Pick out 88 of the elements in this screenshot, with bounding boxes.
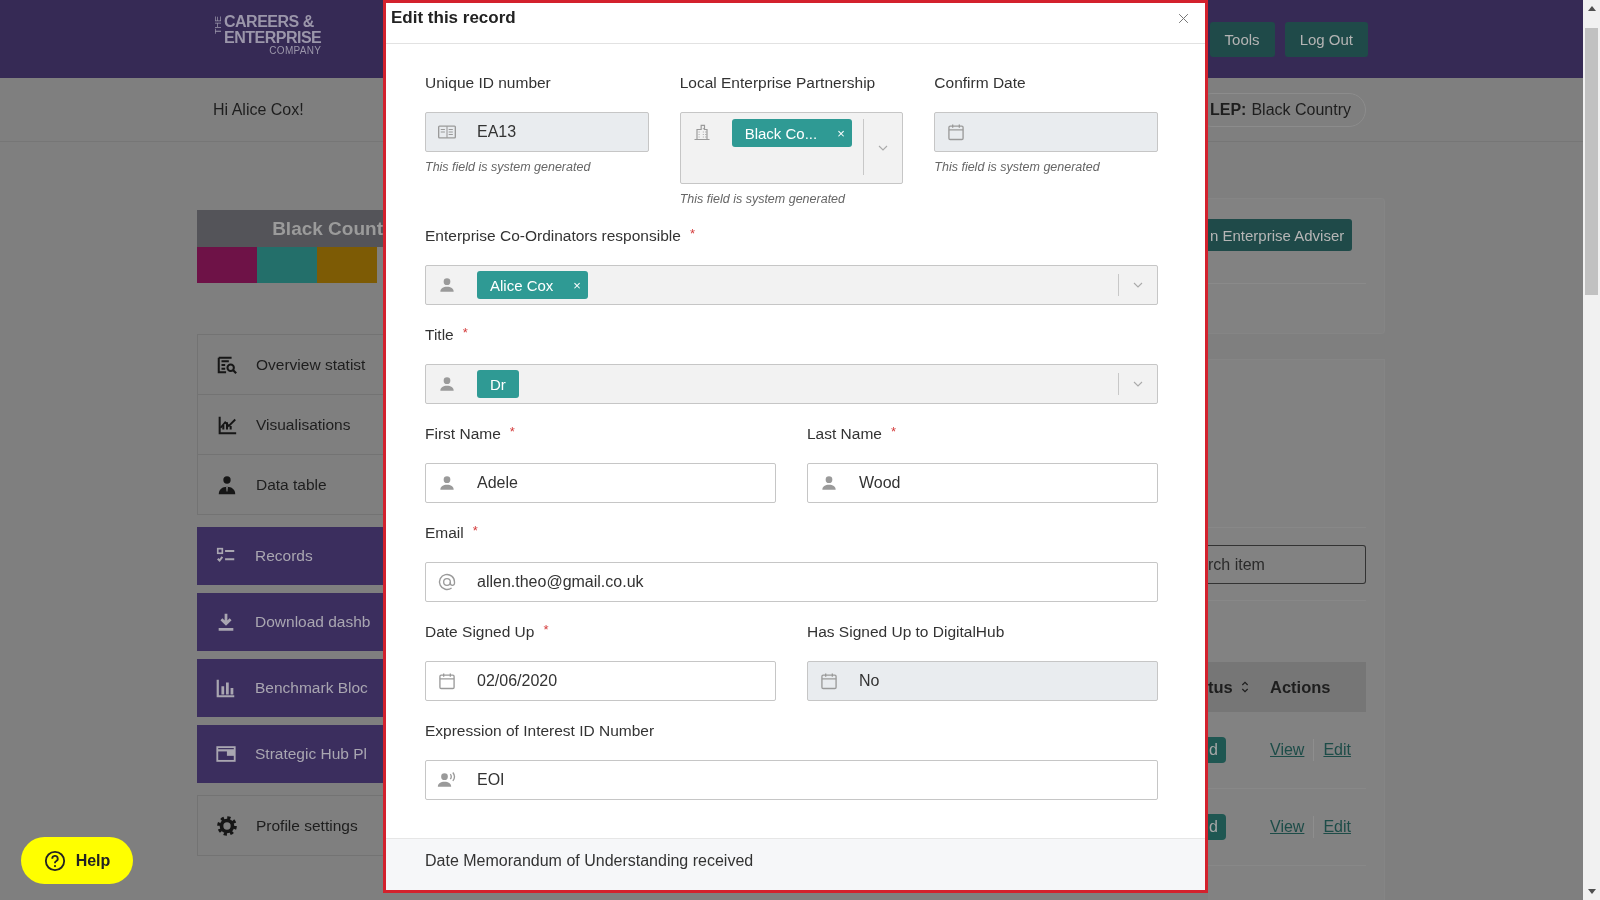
logo-text: CAREERS & (224, 14, 315, 30)
action-link[interactable]: View (1270, 818, 1305, 836)
status-badge: d (1208, 814, 1226, 840)
select-field[interactable]: Black Co... × (679, 112, 904, 184)
logo-text: THE (213, 16, 223, 34)
field-label: Date Signed Up (425, 623, 535, 641)
field-label: Date Memorandum of Understanding received (425, 852, 754, 869)
calendar-icon (819, 671, 839, 691)
help-icon (43, 849, 66, 872)
user-icon (437, 374, 457, 394)
text-field[interactable]: Adele (425, 463, 776, 503)
user-icon (437, 473, 457, 493)
required-mark: * (689, 226, 695, 241)
field-label: Confirm Date (934, 74, 1026, 92)
sidebar-item[interactable]: Benchmark Bloc (197, 659, 383, 717)
field-label: Has Signed Up to DigitalHub (807, 623, 1005, 641)
bar-chart-icon (215, 677, 237, 699)
action-link[interactable]: View (1270, 741, 1305, 759)
required-mark: * (462, 325, 468, 340)
help-button[interactable]: Help (21, 837, 133, 884)
sidebar-label: Records (255, 547, 313, 565)
remove-tag-button[interactable]: × (573, 277, 581, 293)
sidebar-item[interactable]: Strategic Hub Pl (197, 725, 383, 783)
required-mark: * (472, 523, 478, 538)
pill-label: LEP: (1209, 100, 1247, 119)
helper-text: This field is system generated (425, 160, 592, 174)
sidebar-label: Visualisations (256, 415, 351, 434)
column-header: Actions (1270, 677, 1331, 697)
region-title: Black Count (197, 210, 383, 247)
required-mark: * (509, 424, 515, 439)
field-label: First Name (425, 425, 501, 443)
settings-icon (216, 814, 238, 837)
scroll-up-icon[interactable] (1587, 6, 1596, 11)
required-mark: * (543, 622, 549, 637)
field-label: Email (425, 524, 464, 542)
remove-tag-button[interactable]: × (837, 125, 845, 141)
helper-text: This field is system generated (679, 192, 847, 206)
text-field[interactable]: 02/06/2020 (425, 661, 776, 701)
text-field[interactable]: allen.theo@gmail.co.uk (425, 562, 1158, 602)
select-field[interactable]: Dr (425, 364, 1158, 404)
window-icon (215, 743, 237, 765)
helper-text: This field is system generated (934, 160, 1101, 174)
sidebar-label: Data table (256, 475, 327, 494)
select-field[interactable]: Alice Cox × (425, 265, 1158, 305)
person-icon (216, 473, 238, 496)
user-icon (819, 473, 839, 493)
sidebar-item[interactable]: Profile settings (198, 796, 383, 855)
field-label: Unique ID number (425, 74, 551, 92)
at-sign-icon (437, 572, 457, 592)
sidebar-item[interactable]: Download dashb (197, 593, 383, 651)
selected-tag: Dr (477, 370, 519, 398)
column-header[interactable]: tus (1208, 677, 1233, 697)
logo-text: COMPANY (269, 46, 322, 56)
field-label: Local Enterprise Partnership (679, 74, 876, 92)
action-link[interactable]: Edit (1323, 741, 1351, 759)
text-field[interactable]: EOI (425, 760, 1158, 800)
sidebar-label: Benchmark Bloc (255, 679, 368, 697)
field-label: Expression of Interest ID Number (425, 722, 655, 740)
calendar-icon (946, 122, 967, 142)
field-label: Last Name (807, 425, 882, 443)
field-label: Title (425, 326, 454, 344)
tag-label: Alice Cox (490, 276, 554, 294)
sidebar-label: Profile settings (256, 816, 358, 835)
sidebar-item[interactable]: Records (197, 527, 383, 585)
required-mark: * (890, 424, 896, 439)
pill-value: Black Country (1251, 100, 1351, 119)
close-icon (1176, 11, 1191, 26)
nav-button[interactable]: Log Out (1284, 21, 1368, 57)
user-icon (437, 275, 457, 295)
sidebar-label: Download dashb (255, 613, 371, 631)
scrollbar-thumb[interactable] (1585, 28, 1598, 295)
scroll-down-icon[interactable] (1587, 889, 1596, 894)
tag-label: Black Co... (744, 124, 818, 142)
close-button[interactable] (1176, 11, 1191, 26)
nav-button[interactable]: Tools (1209, 21, 1275, 57)
status-badge: d (1208, 737, 1226, 763)
text-field[interactable]: Wood (807, 463, 1158, 503)
sidebar-label: Overview statist (256, 355, 366, 374)
logo-text: ENTERPRISE (224, 30, 322, 46)
action-link[interactable]: Edit (1323, 818, 1351, 836)
sidebar-label: Strategic Hub Pl (255, 745, 367, 763)
sidebar-item[interactable]: Data table (198, 455, 383, 514)
calendar-icon (437, 671, 457, 691)
greeting-text: Hi Alice Cox! (213, 100, 304, 119)
field-label: Enterprise Co-Ordinators responsible (425, 227, 681, 245)
add-button[interactable]: n Enterprise Adviser (1208, 219, 1353, 251)
dialog-title: Edit this record (391, 8, 516, 28)
speaking-user-icon (437, 770, 457, 790)
